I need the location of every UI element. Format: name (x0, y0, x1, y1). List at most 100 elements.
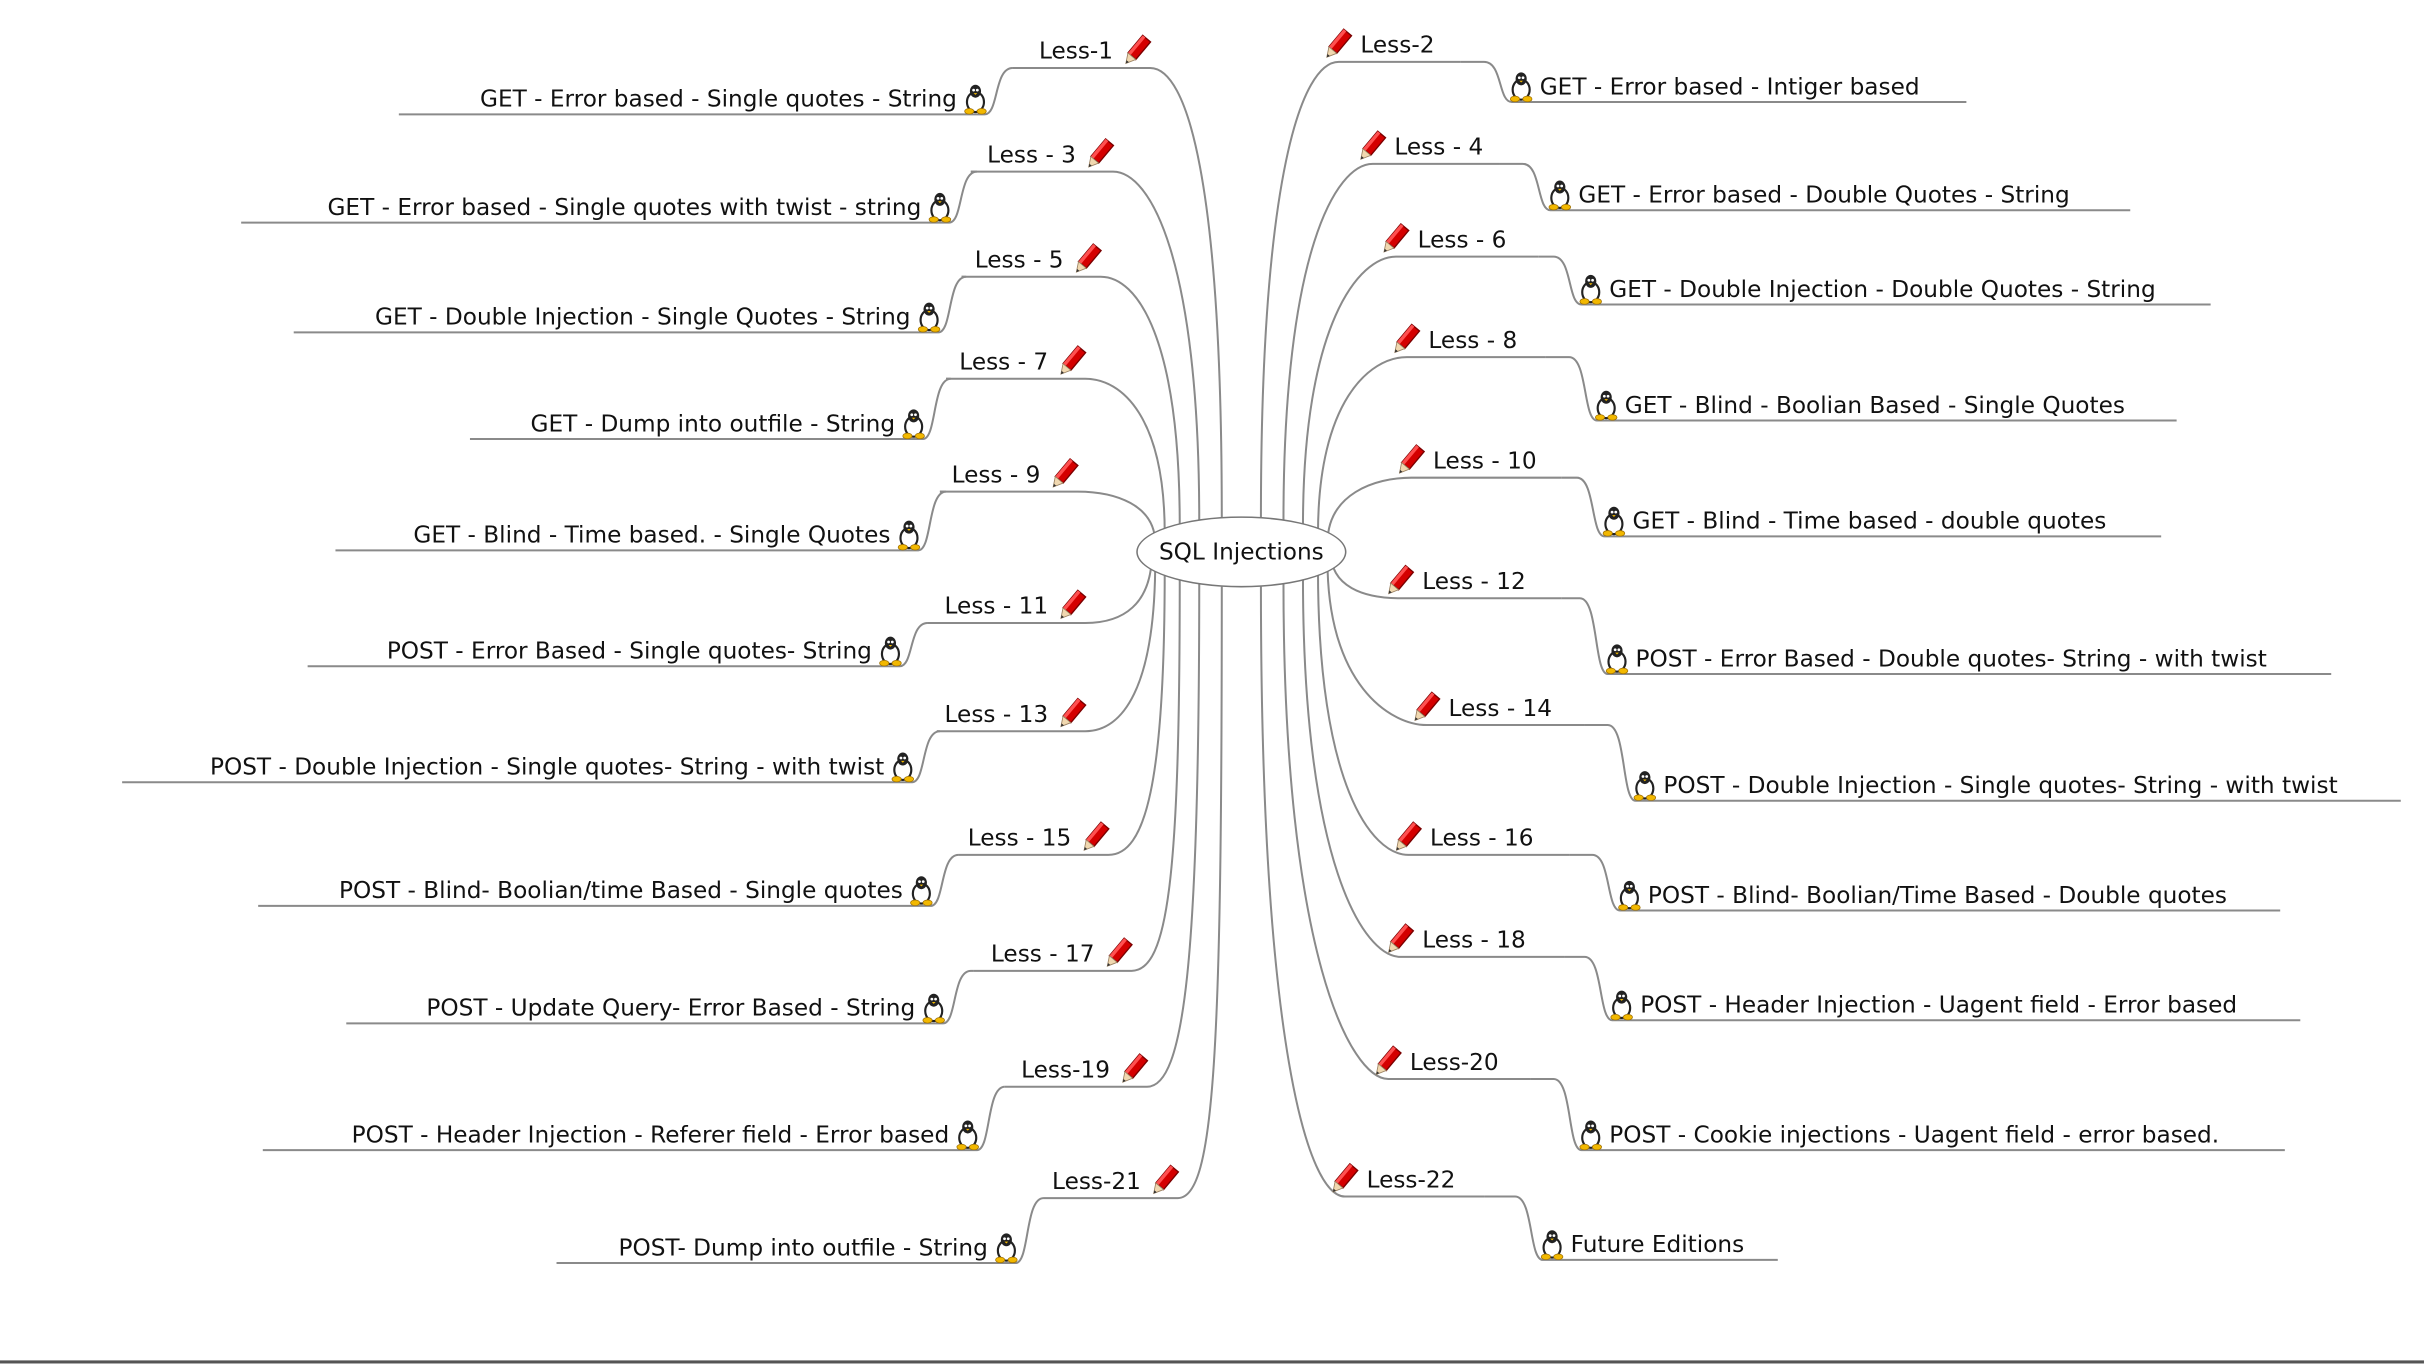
lesson-node[interactable]: Less - 6 (1377, 223, 1507, 255)
topic-node[interactable]: GET - Double Injection - Double Quotes -… (1578, 274, 2156, 305)
topic-label: POST - Error Based - Double quotes- Stri… (1635, 644, 2267, 673)
topic-node[interactable]: GET - Double Injection - Single Quotes -… (375, 301, 941, 333)
penguin-icon (897, 519, 922, 551)
topic-node[interactable]: POST - Cookie injections - Uagent field … (1578, 1119, 2220, 1151)
connector (939, 490, 1157, 544)
lesson-node[interactable]: Less - 8 (1388, 323, 1518, 356)
lesson-label: Less - 4 (1394, 132, 1484, 161)
topic-node[interactable]: POST - Double Injection - Single quotes-… (1632, 770, 2338, 801)
topic-label: GET - Error based - Single quotes with t… (327, 193, 922, 222)
pencil-icon (1054, 345, 1088, 379)
pencil-icon (1354, 130, 1388, 164)
penguin-icon (928, 192, 953, 223)
lesson-node[interactable]: Less - 18 (1382, 923, 1526, 957)
topic-label: GET - Blind - Boolian Based - Single Quo… (1624, 391, 2125, 419)
lesson-node[interactable]: Less - 12 (1382, 564, 1526, 598)
topic-label: GET - Error based - Double Quotes - Stri… (1578, 180, 2070, 209)
topic-node[interactable]: GET - Error based - Single quotes with t… (327, 192, 952, 223)
topic-node[interactable]: GET - Error based - Single quotes - Stri… (480, 83, 988, 115)
pencil-icon (1147, 1164, 1181, 1198)
topic-node[interactable]: POST- Dump into outfile - String (618, 1232, 1018, 1264)
central-topic-node[interactable]: SQL Injections (1136, 516, 1347, 588)
lesson-label: Less-21 (1052, 1167, 1141, 1195)
lesson-node[interactable]: Less - 13 (944, 697, 1089, 730)
topic-label: POST - Header Injection - Uagent field -… (1640, 990, 2238, 1019)
lesson-label: Less - 16 (1429, 823, 1534, 852)
topic-label: POST - Cookie injections - Uagent field … (1609, 1120, 2220, 1149)
topic-node[interactable]: POST - Error Based - Double quotes- Stri… (1605, 643, 2267, 675)
pencil-icon (1054, 589, 1088, 623)
topic-node[interactable]: POST - Update Query- Error Based - Strin… (426, 992, 946, 1024)
topic-node[interactable]: GET - Blind - Boolian Based - Single Quo… (1594, 390, 2125, 421)
topic-label: POST - Error Based - Single quotes- Stri… (386, 636, 872, 665)
lesson-node[interactable]: Less-21 (1052, 1164, 1181, 1198)
topic-label: GET - Double Injection - Single Quotes -… (375, 302, 911, 331)
penguin-icon (1594, 390, 1619, 421)
lesson-label: Less - 17 (990, 939, 1095, 968)
connector (1259, 586, 1485, 1198)
lesson-label: Less-1 (1038, 37, 1114, 65)
lesson-node[interactable]: Less-1 (1038, 34, 1153, 67)
lesson-node[interactable]: Less - 3 (987, 137, 1116, 170)
penguin-icon (909, 875, 934, 906)
lesson-label: Less - 8 (1428, 326, 1518, 355)
topic-label: POST - Header Injection - Referer field … (351, 1120, 950, 1149)
mind-map: SQL Injections Less-1 GET - Error based -… (0, 0, 2424, 1365)
lesson-node[interactable]: Less - 14 (1408, 691, 1552, 725)
topic-node[interactable]: POST - Header Injection - Referer field … (351, 1119, 980, 1151)
lesson-node[interactable]: Less - 9 (952, 457, 1081, 492)
lesson-node[interactable]: Less-2 (1320, 28, 1435, 62)
connector (1301, 255, 1539, 527)
topic-label: GET - Dump into outfile - String (530, 409, 896, 438)
topic-node[interactable]: GET - Blind - Time based. - Single Quote… (413, 519, 922, 551)
lesson-label: Less - 13 (944, 700, 1049, 729)
pencil-icon (1320, 28, 1354, 62)
penguin-icon (1605, 643, 1630, 675)
connector (1012, 67, 1223, 518)
lesson-label: Less-22 (1366, 1165, 1456, 1194)
pencil-icon (1382, 564, 1416, 598)
divider (0, 1360, 2424, 1364)
lesson-label: Less-2 (1360, 30, 1435, 59)
pencil-icon (1047, 457, 1081, 492)
lesson-node[interactable]: Less-22 (1326, 1162, 1456, 1197)
topic-label: POST- Dump into outfile - String (618, 1233, 988, 1262)
pencil-icon (1382, 923, 1416, 957)
connector (946, 377, 1166, 534)
topic-node[interactable]: GET - Error based - Double Quotes - Stri… (1547, 179, 2070, 211)
topic-node[interactable]: POST - Error Based - Single quotes- Stri… (386, 635, 903, 667)
topic-label: GET - Blind - Time based. - Single Quote… (413, 520, 891, 549)
pencil-icon (1116, 1053, 1150, 1087)
lesson-node[interactable]: Less - 5 (975, 243, 1104, 275)
lesson-label: Less - 7 (959, 347, 1049, 376)
penguin-icon (1547, 179, 1572, 211)
lesson-node[interactable]: Less - 10 (1393, 444, 1537, 476)
lesson-node[interactable]: Less - 16 (1390, 821, 1534, 853)
penguin-icon (1632, 770, 1657, 801)
topic-node[interactable]: GET - Error based - Intiger based (1509, 71, 1920, 103)
topic-label: POST - Double Injection - Single quotes-… (1663, 771, 2338, 800)
connector (1301, 577, 1565, 958)
lesson-label: Less - 10 (1433, 446, 1537, 475)
topic-node[interactable]: POST - Blind- Boolian/time Based - Singl… (339, 875, 934, 906)
penguin-icon (955, 1119, 980, 1151)
pencil-icon (1408, 691, 1442, 725)
lesson-node[interactable]: Less - 17 (990, 937, 1135, 969)
lesson-label: Less - 6 (1417, 225, 1507, 254)
topic-node[interactable]: GET - Blind - Time based - double quotes (1602, 506, 2106, 537)
pencil-icon (1326, 1162, 1360, 1197)
lesson-node[interactable]: Less-20 (1370, 1045, 1499, 1078)
lesson-node[interactable]: Less-19 (1021, 1053, 1150, 1087)
topic-label: POST - Update Query- Error Based - Strin… (426, 994, 916, 1022)
lesson-node[interactable]: Less - 7 (959, 345, 1088, 379)
lesson-node[interactable]: Less - 11 (945, 589, 1089, 623)
lesson-node[interactable]: Less - 4 (1354, 130, 1484, 164)
penguin-icon (1617, 880, 1642, 911)
lesson-node[interactable]: Less - 15 (968, 821, 1112, 853)
topic-node[interactable]: Future Editions (1540, 1229, 1744, 1260)
topic-node[interactable]: POST - Blind- Boolian/Time Based - Doubl… (1617, 880, 2227, 911)
topic-node[interactable]: POST - Header Injection - Uagent field -… (1609, 989, 2238, 1021)
topic-node[interactable]: GET - Dump into outfile - String (530, 408, 926, 440)
topic-node[interactable]: POST - Double Injection - Single quotes-… (210, 751, 915, 783)
connector (973, 577, 1181, 972)
